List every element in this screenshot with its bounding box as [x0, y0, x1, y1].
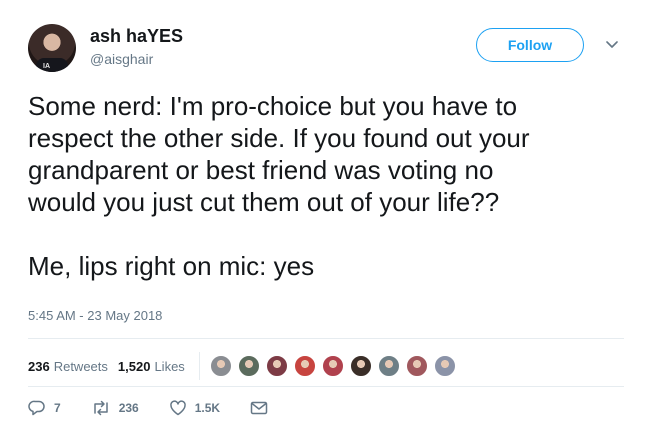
tweet-timestamp[interactable]: 5:45 AM - 23 May 2018 — [28, 308, 162, 323]
reply-icon — [28, 400, 45, 416]
liker-avatar[interactable] — [237, 355, 260, 377]
liker-avatars — [209, 355, 462, 377]
liker-avatar[interactable] — [377, 355, 400, 377]
tweet-text: Some nerd: I'm pro-choice but you have t… — [28, 91, 530, 281]
retweets-count[interactable]: 236 — [28, 359, 50, 374]
display-name[interactable]: ash haYES — [90, 26, 183, 47]
avatar-shirt-print: IA — [43, 63, 50, 70]
likes-label[interactable]: Likes — [154, 359, 184, 374]
tweet-actions: 7 236 1.5K — [28, 400, 306, 416]
divider — [28, 338, 624, 339]
liker-avatar[interactable] — [265, 355, 288, 377]
direct-message-button[interactable] — [250, 400, 276, 416]
divider — [28, 386, 624, 387]
chevron-down-icon[interactable] — [606, 40, 618, 50]
reply-count: 7 — [54, 401, 61, 415]
retweet-icon — [93, 400, 108, 416]
liker-avatar[interactable] — [321, 355, 344, 377]
envelope-icon — [250, 401, 268, 415]
liker-avatar[interactable] — [349, 355, 372, 377]
like-button[interactable]: 1.5K — [169, 400, 220, 416]
retweet-count: 236 — [118, 401, 139, 415]
liker-avatar[interactable] — [433, 355, 456, 377]
tweet-stats: 236 Retweets 1,520 Likes — [28, 352, 462, 380]
likes-count[interactable]: 1,520 — [118, 359, 151, 374]
reply-button[interactable]: 7 — [28, 400, 61, 416]
liker-avatar[interactable] — [293, 355, 316, 377]
follow-button[interactable]: Follow — [476, 28, 584, 62]
user-handle[interactable]: @aisghair — [90, 51, 153, 67]
liker-avatar[interactable] — [209, 355, 232, 377]
retweets-label[interactable]: Retweets — [54, 359, 108, 374]
stats-separator — [198, 352, 200, 380]
avatar[interactable]: IA — [28, 24, 76, 72]
retweet-button[interactable]: 236 — [91, 400, 139, 416]
like-count: 1.5K — [194, 401, 221, 415]
heart-icon — [169, 400, 186, 416]
avatar-shirt — [36, 58, 68, 72]
liker-avatar[interactable] — [405, 355, 428, 377]
